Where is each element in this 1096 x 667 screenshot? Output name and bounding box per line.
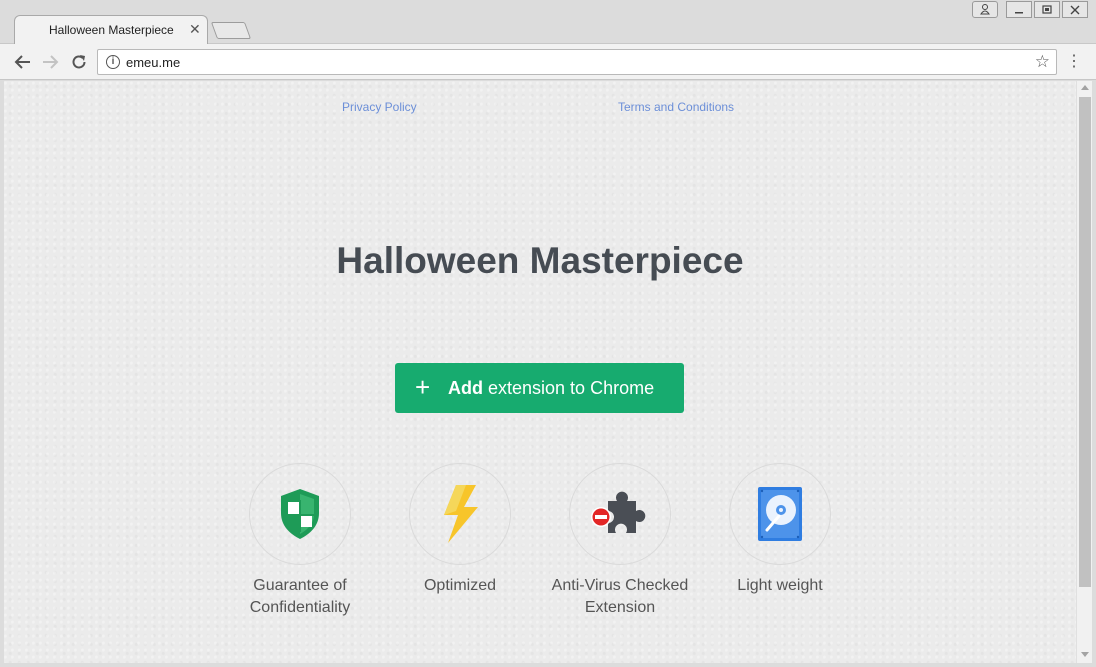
plus-icon: + [415,372,431,402]
feature-icon-circle [409,463,511,565]
feature-label: Guarantee of Confidentiality [220,575,380,619]
page-title: Halloween Masterpiece [336,240,744,281]
shield-icon [281,489,319,539]
add-extension-bold: Add [448,378,483,398]
feature-icon-circle [729,463,831,565]
info-icon[interactable]: i [106,55,120,69]
add-extension-rest: extension to Chrome [483,378,655,398]
feature-antivirus: Anti-Virus Checked Extension [540,463,700,619]
user-profile-icon[interactable] [972,1,998,18]
feature-label: Light weight [700,575,860,597]
vertical-scrollbar[interactable] [1076,81,1092,663]
browser-toolbar: i emeu.me ☆ ⋮ [0,44,1096,80]
hard-drive-icon [758,487,802,541]
address-bar[interactable]: i emeu.me ☆ [97,49,1057,75]
feature-label-line1: Anti-Virus Checked [551,577,689,594]
title-bar: Halloween Masterpiece ✕ [0,0,1096,45]
feature-label-line1: Guarantee of [253,577,347,594]
back-arrow-icon [14,55,30,69]
window-controls [972,1,1088,18]
puzzle-icon [591,491,646,533]
terms-link[interactable]: Terms and Conditions [618,100,734,114]
feature-label-line1: Light weight [737,577,823,594]
feature-label: Optimized [380,575,540,597]
tab-close-icon[interactable]: ✕ [189,21,201,38]
reload-button[interactable] [68,51,90,73]
forward-button[interactable] [40,51,62,73]
browser-tab[interactable]: Halloween Masterpiece ✕ [14,15,208,45]
scroll-up-arrow-icon[interactable] [1081,85,1089,90]
menu-dots-icon[interactable]: ⋮ [1066,52,1082,72]
add-extension-button[interactable]: + Add extension to Chrome [395,363,684,413]
feature-confidentiality: Guarantee of Confidentiality [220,463,380,619]
feature-optimized: Optimized [380,463,540,597]
reload-icon [72,55,86,69]
feature-icon-circle [249,463,351,565]
add-extension-label: Add extension to Chrome [448,378,654,399]
feature-label-line2: Confidentiality [249,599,351,616]
feature-icon-circle [569,463,671,565]
back-button[interactable] [11,51,33,73]
feature-light-weight: Light weight [700,463,860,597]
new-tab-button[interactable] [210,22,252,39]
scroll-thumb[interactable] [1079,97,1091,587]
close-window-icon[interactable] [1062,1,1088,18]
page-viewport: Privacy Policy Terms and Conditions Hall… [4,81,1076,663]
tab-title: Halloween Masterpiece [49,23,174,37]
scroll-down-arrow-icon[interactable] [1081,652,1089,657]
minimize-icon[interactable] [1006,1,1032,18]
bookmark-star-icon[interactable]: ☆ [1035,52,1050,72]
feature-label: Anti-Virus Checked Extension [540,575,700,619]
restore-icon[interactable] [1034,1,1060,18]
feature-label-line2: Extension [584,599,656,616]
feature-label-line1: Optimized [423,577,497,594]
url-text[interactable]: emeu.me [126,55,180,70]
forward-arrow-icon [43,55,59,69]
lightning-icon [444,485,478,543]
privacy-policy-link[interactable]: Privacy Policy [342,100,417,114]
